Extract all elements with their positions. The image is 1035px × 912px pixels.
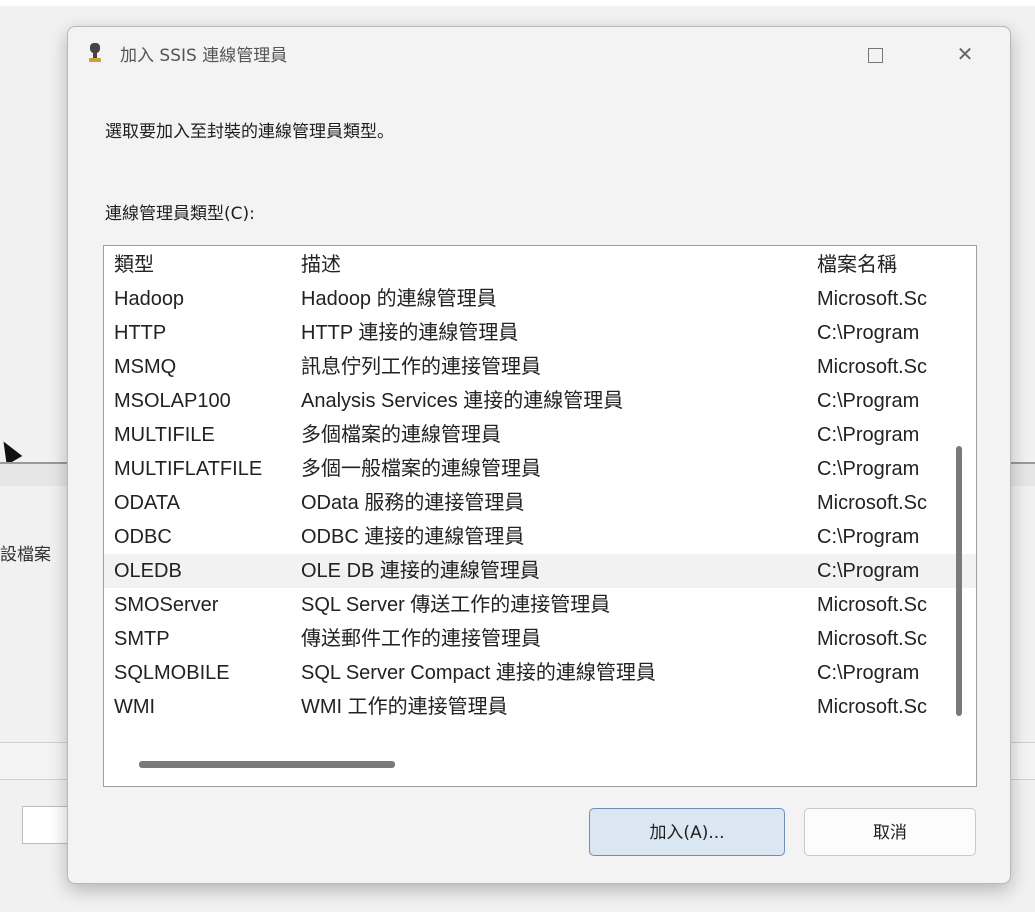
list-item[interactable]: SMOServer SQL Server 傳送工作的連接管理員 Microsoft.… (104, 588, 976, 622)
cell-type: SMOServer (114, 594, 219, 616)
list-rows: Hadoop Hadoop 的連線管理員 Microsoft.Sc HTTP HTTP … (104, 282, 976, 724)
cell-description: 訊息佇列工作的連接管理員 (301, 356, 541, 378)
cell-type: OLEDB (114, 560, 182, 582)
list-item[interactable]: MULTIFILE 多個檔案的連線管理員 C:\Program (104, 418, 976, 452)
cell-filename: C:\Program (817, 424, 920, 446)
cell-filename: Microsoft.Sc (817, 696, 928, 718)
close-button[interactable]: ✕ (942, 35, 988, 73)
cell-filename: Microsoft.Sc (817, 628, 928, 650)
cell-filename: C:\Program (817, 526, 920, 548)
list-item[interactable]: MSOLAP100 Analysis Services 連接的連線管理員 C:\Pr… (104, 384, 976, 418)
cell-description: 多個檔案的連線管理員 (301, 424, 501, 446)
cell-type: ODBC (114, 526, 172, 548)
maximize-button[interactable] (852, 35, 898, 73)
mouse-cursor-icon (0, 436, 23, 466)
cell-type: WMI (114, 696, 156, 718)
vertical-scrollbar-thumb[interactable] (956, 446, 962, 716)
cell-type: MSMQ (114, 356, 177, 378)
background-label: 設檔案 (0, 545, 51, 565)
background-input[interactable] (22, 806, 72, 844)
cell-filename: C:\Program (817, 322, 920, 344)
cell-type: ODATA (114, 492, 180, 514)
column-header-type[interactable]: 類型 (114, 248, 284, 282)
column-header-filename[interactable]: 檔案名稱 (817, 248, 937, 282)
dialog-instruction: 選取要加入至封裝的連線管理員類型。 (105, 122, 394, 142)
list-item[interactable]: SQLMOBILE SQL Server Compact 連接的連線管理員 C:\P… (104, 656, 976, 690)
cell-filename: Microsoft.Sc (817, 594, 928, 616)
connection-type-label: 連線管理員類型(C): (105, 204, 255, 224)
list-item[interactable]: Hadoop Hadoop 的連線管理員 Microsoft.Sc (104, 282, 976, 316)
cell-filename: C:\Program (817, 662, 920, 684)
column-header-description[interactable]: 描述 (301, 248, 811, 282)
list-item[interactable]: SMTP 傳送郵件工作的連接管理員 Microsoft.Sc (104, 622, 976, 656)
connection-type-list[interactable]: 類型 描述 檔案名稱 Hadoop Hadoop 的連線管理員 Microsoft.… (103, 245, 977, 787)
cell-filename: C:\Program (817, 560, 920, 582)
cell-type: SMTP (114, 628, 170, 650)
cancel-button[interactable]: 取消 (804, 808, 976, 856)
cell-description: SQL Server Compact 連接的連線管理員 (301, 662, 656, 684)
cell-filename: Microsoft.Sc (817, 356, 928, 378)
cell-description: OData 服務的連接管理員 (301, 492, 525, 514)
cell-description: Analysis Services 連接的連線管理員 (301, 390, 624, 412)
cell-filename: C:\Program (817, 390, 920, 412)
cell-type: Hadoop (114, 288, 185, 310)
connection-plug-icon (88, 42, 102, 64)
list-item[interactable]: WMI WMI 工作的連接管理員 Microsoft.Sc (104, 690, 976, 724)
dialog-titlebar[interactable]: 加入 SSIS 連線管理員 ✕ (68, 27, 1010, 79)
cell-description: HTTP 連接的連線管理員 (301, 322, 519, 344)
cell-filename: Microsoft.Sc (817, 492, 928, 514)
list-item[interactable]: MULTIFLATFILE 多個一般檔案的連線管理員 C:\Program (104, 452, 976, 486)
horizontal-scrollbar-thumb[interactable] (139, 761, 395, 768)
close-icon: ✕ (956, 42, 974, 66)
cell-type: MSOLAP100 (114, 390, 231, 412)
list-item[interactable]: OLEDB OLE DB 連接的連線管理員 C:\Program (104, 554, 976, 588)
list-item[interactable]: ODBC ODBC 連接的連線管理員 C:\Program (104, 520, 976, 554)
add-button[interactable]: 加入(A)... (589, 808, 785, 856)
cell-description: SQL Server 傳送工作的連接管理員 (301, 594, 611, 616)
add-connection-manager-dialog: 加入 SSIS 連線管理員 ✕ 選取要加入至封裝的連線管理員類型。 連線管理員類… (67, 26, 1011, 884)
cell-description: 多個一般檔案的連線管理員 (301, 458, 541, 480)
background-window-top (0, 0, 1035, 6)
cell-description: WMI 工作的連接管理員 (301, 696, 508, 718)
cell-type: SQLMOBILE (114, 662, 230, 684)
cell-type: MULTIFLATFILE (114, 458, 263, 480)
cell-filename: C:\Program (817, 458, 920, 480)
cell-type: HTTP (114, 322, 167, 344)
list-item[interactable]: ODATA OData 服務的連接管理員 Microsoft.Sc (104, 486, 976, 520)
dialog-title: 加入 SSIS 連線管理員 (120, 46, 288, 66)
maximize-icon (867, 48, 883, 63)
list-item[interactable]: MSMQ 訊息佇列工作的連接管理員 Microsoft.Sc (104, 350, 976, 384)
cell-description: ODBC 連接的連線管理員 (301, 526, 525, 548)
cell-description: Hadoop 的連線管理員 (301, 288, 497, 310)
cell-filename: Microsoft.Sc (817, 288, 928, 310)
list-header: 類型 描述 檔案名稱 (104, 248, 976, 282)
list-item[interactable]: HTTP HTTP 連接的連線管理員 C:\Program (104, 316, 976, 350)
cell-description: OLE DB 連接的連線管理員 (301, 560, 540, 582)
cell-type: MULTIFILE (114, 424, 215, 446)
cell-description: 傳送郵件工作的連接管理員 (301, 628, 541, 650)
